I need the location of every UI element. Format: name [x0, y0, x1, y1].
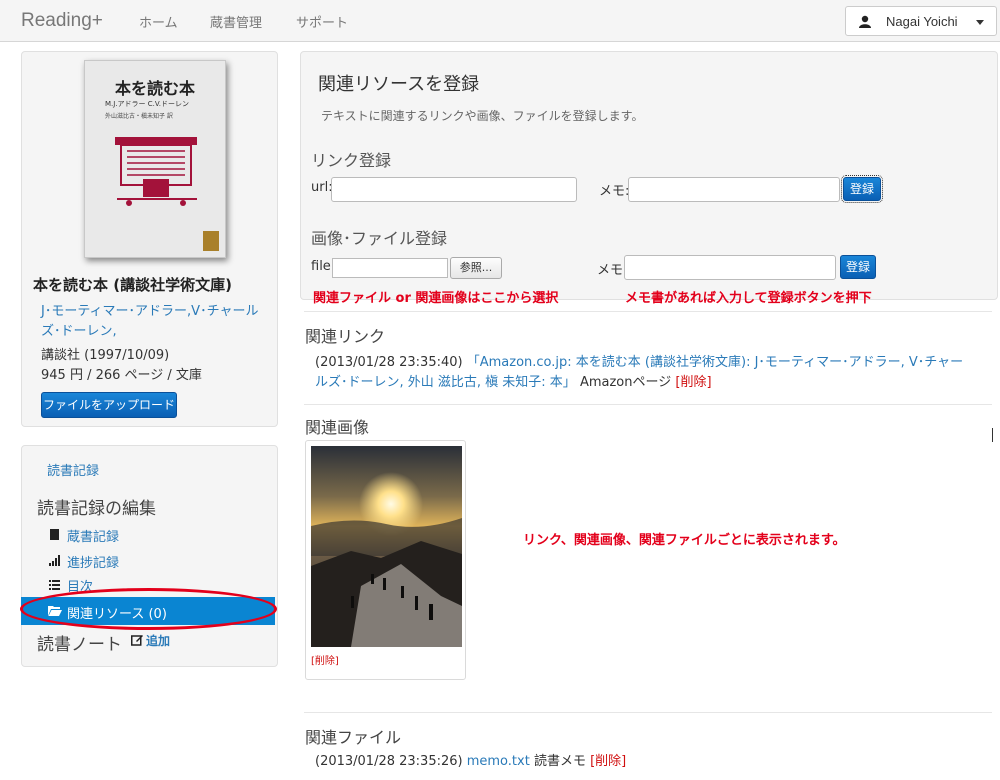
list-icon — [49, 580, 60, 590]
related-images-heading: 関連画像 — [305, 418, 370, 437]
add-note-link[interactable]: 追加 — [146, 632, 170, 649]
related-link-entry: (2013/01/28 23:35:40) 「Amazon.co.jp: 本を読… — [315, 353, 975, 393]
book-authors[interactable]: J･モーティマー･アドラー,V･チャールズ･ドーレン, — [41, 302, 261, 342]
related-file-entry: (2013/01/28 23:35:26) memo.txt 読書メモ [削除] — [315, 752, 626, 772]
cover-illustration — [115, 137, 197, 206]
link-register-button[interactable]: 登録 — [841, 175, 883, 203]
user-icon — [859, 15, 871, 28]
divider — [304, 311, 992, 312]
navbar: Reading+ ホーム 蔵書管理 サポート Nagai Yoichi — [0, 0, 1000, 42]
brand-logo[interactable]: Reading+ — [21, 10, 103, 32]
file-path-input[interactable] — [332, 258, 448, 278]
related-links-heading: 関連リンク — [305, 327, 386, 346]
related-image-thumbnail[interactable] — [311, 446, 462, 647]
nav-library[interactable]: 蔵書管理 — [210, 12, 262, 31]
link-register-heading: リンク登録 — [311, 151, 392, 170]
book-price-pages: 945 円 / 266 ページ / 文庫 — [41, 368, 202, 383]
related-link-memo: Amazonページ — [579, 375, 672, 390]
signal-icon — [49, 555, 60, 566]
related-file-link[interactable]: memo.txt — [467, 754, 530, 769]
cover-author: M.J.アドラー C.V.ドーレン — [105, 100, 190, 108]
edit-icon — [131, 635, 143, 646]
sidebar-item-progress[interactable]: 進捗記録 — [67, 552, 119, 571]
register-description: テキストに関連するリンクや画像、ファイルを登録します。 — [321, 109, 644, 123]
related-image-card: [削除] — [305, 440, 466, 680]
related-file-delete[interactable]: [削除] — [590, 754, 626, 769]
cover-translator: 外山滋比古・槇未知子 訳 — [105, 113, 173, 120]
cover-title: 本を読む本 — [114, 79, 195, 98]
book-icon — [50, 529, 59, 540]
chevron-down-icon — [976, 20, 984, 25]
divider — [304, 404, 992, 405]
divider — [304, 712, 992, 713]
related-link-timestamp: (2013/01/28 23:35:40) — [315, 355, 463, 370]
file-memo-input[interactable] — [624, 255, 836, 280]
annotation-display-note: リンク、関連画像、関連ファイルごとに表示されます。 — [523, 533, 846, 548]
browse-button[interactable]: 参照... — [450, 257, 502, 279]
related-file-memo: 読書メモ — [533, 754, 586, 769]
register-panel: 関連リソースを登録 テキストに関連するリンクや画像、ファイルを登録します。 リン… — [300, 51, 998, 306]
book-title: 本を読む本 (講談社学術文庫) — [33, 276, 232, 294]
text-cursor — [992, 428, 993, 442]
upload-file-button[interactable]: ファイルをアップロード — [41, 392, 177, 418]
book-info-panel: 本を読む本 M.J.アドラー C.V.ドーレン 外山滋比古・槇未知子 訳 本を読… — [21, 51, 278, 427]
sidebar-item-collection[interactable]: 蔵書記録 — [67, 526, 119, 545]
sidebar-notes-heading: 読書ノート — [37, 635, 122, 655]
url-label: url: — [311, 180, 333, 195]
related-file-timestamp: (2013/01/28 23:35:26) — [315, 754, 463, 769]
link-memo-label: メモ: — [599, 184, 630, 199]
highlight-oval — [20, 588, 277, 630]
annotation-file-select: 関連ファイル or 関連画像はここから選択 — [313, 291, 559, 306]
nav-support[interactable]: サポート — [296, 12, 348, 31]
file-register-button[interactable]: 登録 — [840, 255, 876, 279]
annotation-memo-register: メモ書があれば入力して登録ボタンを押下 — [625, 291, 872, 306]
link-memo-input[interactable] — [628, 177, 840, 202]
book-publisher: 講談社 (1997/10/09) — [41, 348, 170, 363]
user-menu-button[interactable]: Nagai Yoichi — [845, 6, 997, 36]
sidebar-panel: 読書記録 読書記録の編集 蔵書記録 進捗記録 目次 読書ノート 追加 — [21, 445, 278, 667]
file-register-heading: 画像･ファイル登録 — [311, 229, 448, 248]
url-input[interactable] — [331, 177, 577, 202]
file-memo-label: メモ: — [597, 263, 628, 278]
related-link-delete[interactable]: [削除] — [675, 375, 711, 390]
related-image-delete[interactable]: [削除] — [311, 652, 339, 667]
related-files-heading: 関連ファイル — [305, 728, 402, 747]
sidebar-reading-log[interactable]: 読書記録 — [47, 460, 99, 479]
nav-home[interactable]: ホーム — [139, 12, 178, 31]
user-name: Nagai Yoichi — [886, 14, 958, 29]
publisher-logo — [203, 231, 219, 251]
register-title: 関連リソースを登録 — [318, 74, 480, 95]
sidebar-edit-heading: 読書記録の編集 — [37, 499, 156, 519]
book-cover[interactable]: 本を読む本 M.J.アドラー C.V.ドーレン 外山滋比古・槇未知子 訳 — [84, 60, 226, 258]
